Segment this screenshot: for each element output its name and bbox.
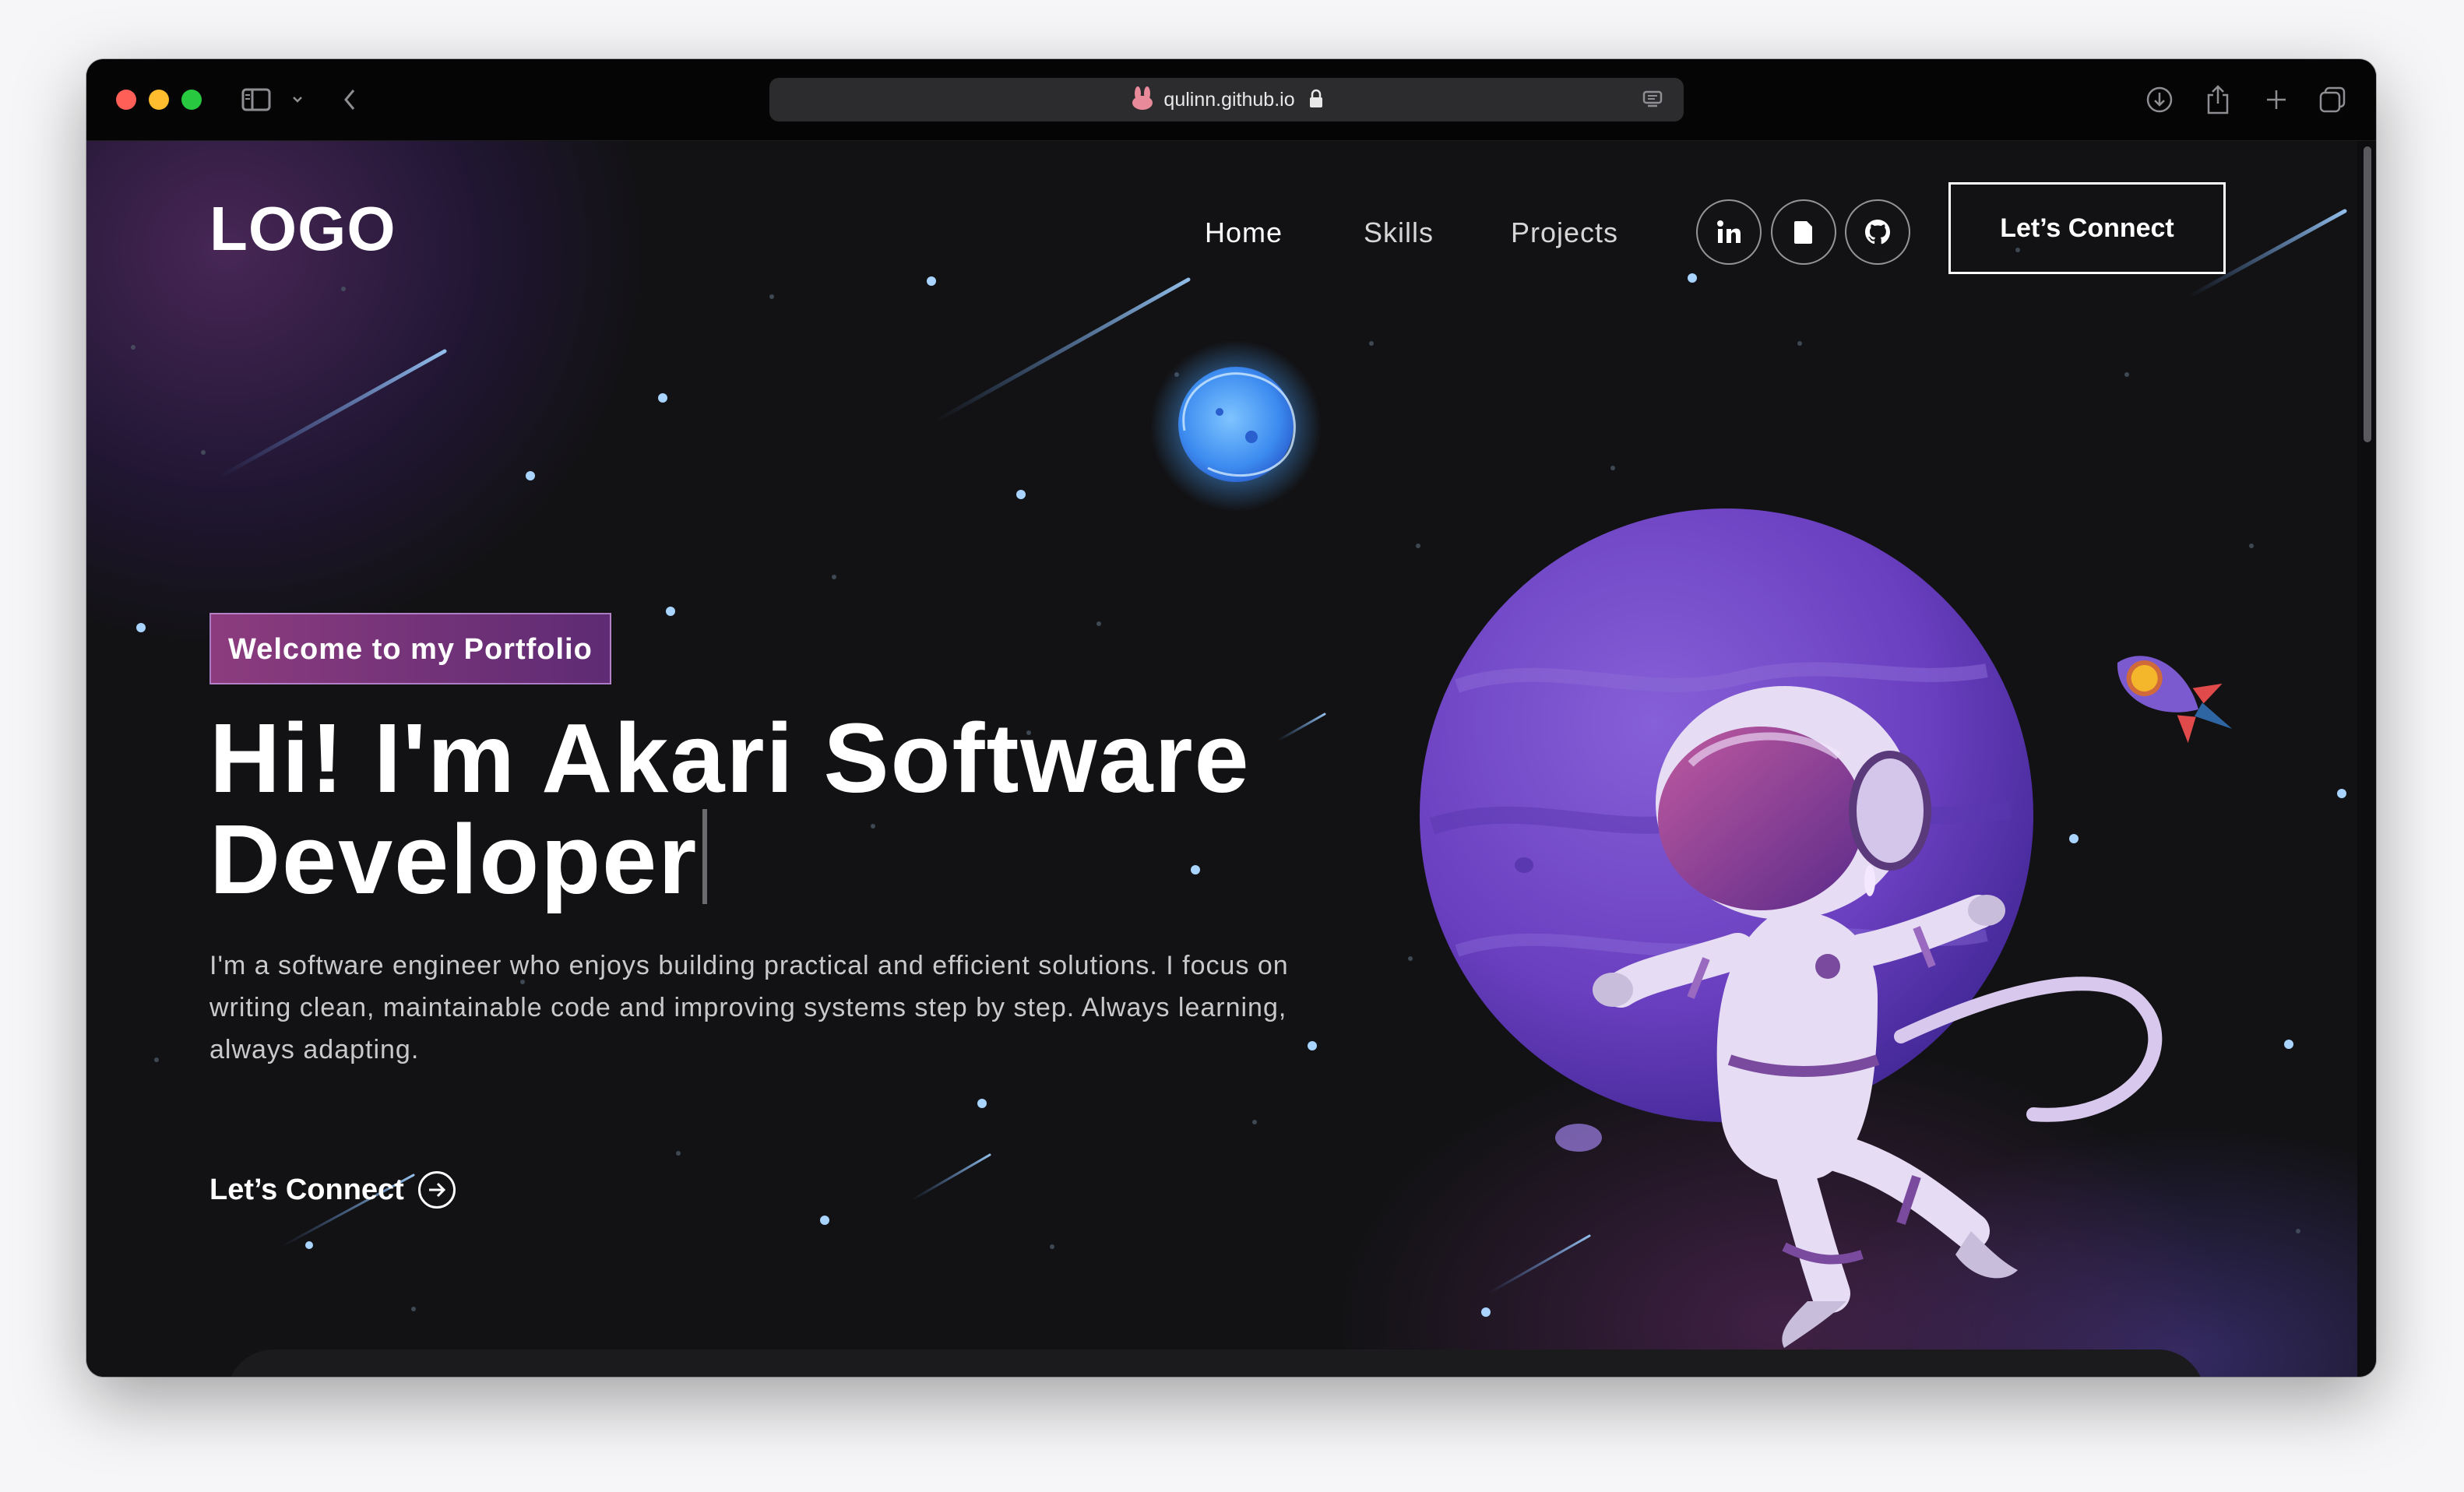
domain-text: qulinn.github.io — [1163, 89, 1295, 111]
lock-icon — [1309, 89, 1322, 107]
nav-link-home[interactable]: Home — [1205, 209, 1283, 256]
address-domain[interactable]: qulinn.github.io — [769, 78, 1684, 121]
headline-line-1: Hi! I'm Akari Software — [209, 703, 1251, 813]
github-button[interactable] — [1845, 199, 1910, 265]
site-logo[interactable]: LOGO — [209, 194, 396, 264]
resume-button[interactable] — [1771, 199, 1836, 265]
nav-link-skills[interactable]: Skills — [1364, 209, 1434, 256]
page-scrollbar-thumb[interactable] — [2364, 146, 2371, 442]
download-icon[interactable] — [2142, 78, 2177, 121]
portfolio-page: LOGO Home Skills Projects Let’s Connect … — [86, 141, 2357, 1377]
welcome-badge: Welcome to my Portfolio — [209, 613, 611, 684]
browser-toolbar: qulinn.github.io — [86, 59, 2376, 141]
site-favicon-icon — [1132, 86, 1153, 110]
lets-connect-button[interactable]: Let’s Connect — [1948, 182, 2226, 274]
chevron-down-icon[interactable] — [286, 78, 309, 121]
github-icon — [1865, 220, 1890, 245]
arrow-right-circle-icon — [417, 1171, 456, 1209]
browser-window: qulinn.github.io LOGO Home Skills Projec… — [86, 59, 2376, 1377]
hero-connect-link[interactable]: Let’s Connect — [209, 1163, 456, 1217]
hero-description: I'm a software engineer who enjoys build… — [209, 951, 1289, 1064]
document-icon — [1794, 221, 1812, 244]
back-arrow-icon[interactable] — [334, 78, 365, 121]
maximize-window-button[interactable] — [181, 90, 202, 110]
nav-link-projects[interactable]: Projects — [1511, 209, 1618, 256]
new-tab-icon[interactable] — [2259, 78, 2293, 121]
reader-icon[interactable] — [1642, 89, 1663, 114]
minimize-window-button[interactable] — [149, 90, 169, 110]
hero-connect-label: Let’s Connect — [209, 1173, 404, 1206]
hero-headline: Hi! I'm Akari Software Developer — [209, 708, 1378, 910]
address-bar[interactable]: qulinn.github.io — [769, 78, 1684, 121]
linkedin-icon — [1717, 220, 1741, 243]
linkedin-button[interactable] — [1696, 199, 1762, 265]
typing-cursor — [702, 809, 708, 904]
share-icon[interactable] — [2201, 78, 2235, 121]
next-section-edge — [227, 1349, 2205, 1377]
headline-line-2: Developer — [209, 809, 1378, 910]
tab-overview-icon[interactable] — [2315, 78, 2350, 121]
sidebar-toggle-icon[interactable] — [238, 78, 275, 121]
close-window-button[interactable] — [116, 90, 136, 110]
headline-line-2-text: Developer — [209, 804, 699, 914]
